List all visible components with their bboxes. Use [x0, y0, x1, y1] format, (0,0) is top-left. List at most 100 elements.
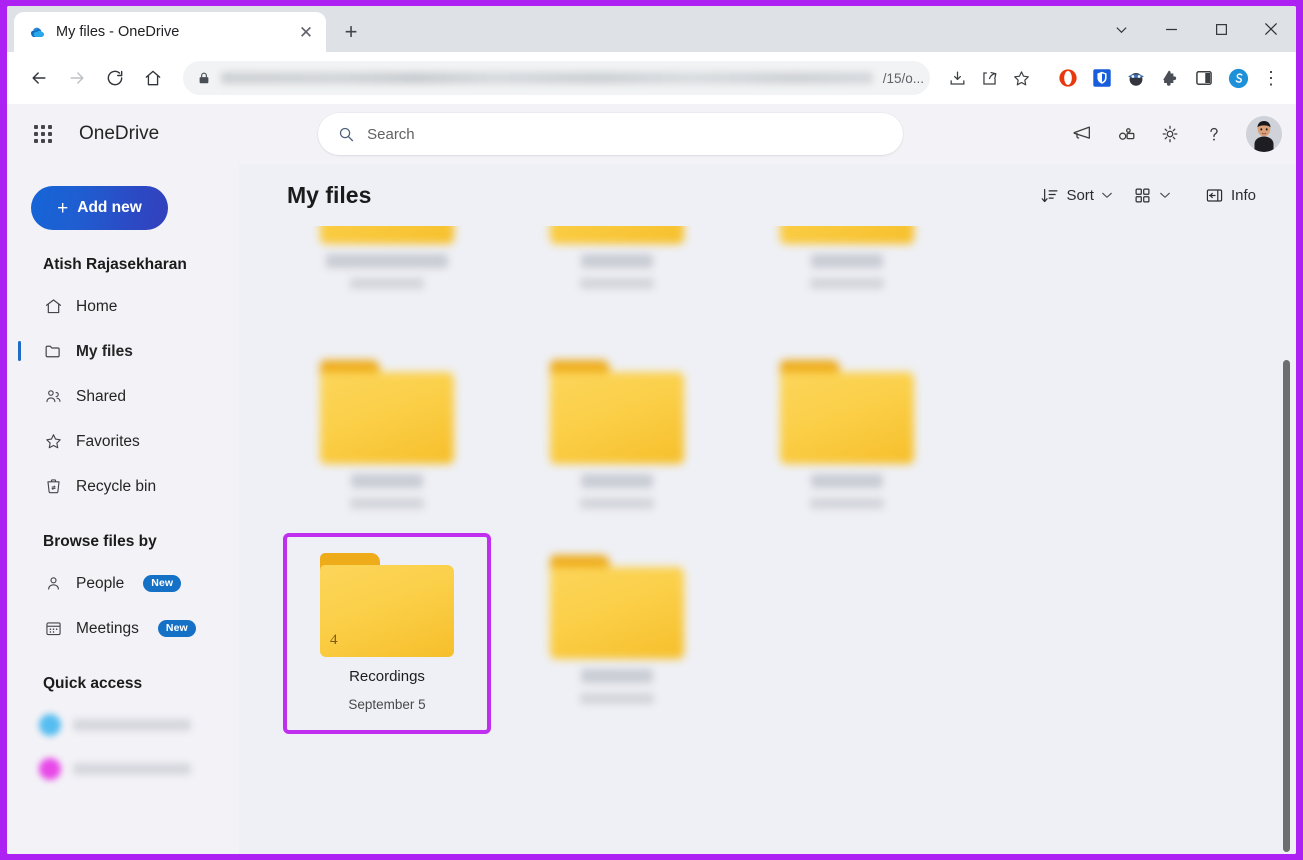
chevron-down-icon — [1101, 189, 1113, 201]
files-row — [287, 226, 1260, 346]
info-panel-icon — [1205, 186, 1224, 205]
brand-onedrive[interactable]: OneDrive — [79, 123, 159, 145]
command-bar: Sort — [1032, 178, 1264, 212]
browse-files-by-title: Browse files by — [7, 509, 239, 561]
browser-menu-icon[interactable]: ⋮ — [1256, 63, 1286, 93]
browser-tab[interactable]: My files - OneDrive ✕ — [14, 12, 326, 52]
app-launcher-icon[interactable] — [23, 114, 63, 154]
avatar[interactable] — [1246, 116, 1282, 152]
sidebar-item-recycle-bin[interactable]: Recycle bin — [7, 464, 239, 509]
opera-vpn-extension-icon[interactable] — [1052, 62, 1084, 94]
file-card[interactable] — [747, 354, 947, 519]
search-input[interactable]: Search — [318, 113, 903, 155]
quick-access-title: Quick access — [7, 651, 239, 703]
extensions-puzzle-icon[interactable] — [1154, 62, 1186, 94]
view-switch-button[interactable] — [1125, 178, 1179, 212]
s-circle-extension-icon[interactable] — [1222, 62, 1254, 94]
file-card-recordings[interactable]: 4 Recordings September 5 — [287, 537, 487, 730]
item-count: 4 — [330, 632, 338, 649]
sidebar-item-home[interactable]: Home — [7, 284, 239, 329]
forward-arrow-icon[interactable] — [59, 60, 95, 96]
sidebar-item-meetings[interactable]: Meetings New — [7, 606, 239, 651]
sort-icon — [1040, 186, 1059, 205]
back-arrow-icon[interactable] — [21, 60, 57, 96]
folder-icon — [318, 360, 456, 464]
account-name: Atish Rajasekharan — [7, 256, 239, 284]
settings-gear-icon[interactable] — [1150, 114, 1190, 154]
address-bar-redacted-url — [221, 72, 873, 84]
my-day-people-icon[interactable] — [1106, 114, 1146, 154]
vertical-scrollbar[interactable] — [1282, 360, 1291, 854]
share-icon[interactable] — [974, 63, 1004, 93]
maximize-icon[interactable] — [1196, 6, 1246, 52]
annotation-frame: My files - OneDrive ✕ + — [0, 0, 1303, 860]
tab-search-chevron-down-icon[interactable] — [1096, 6, 1146, 52]
reading-list-panel-icon[interactable] — [1188, 62, 1220, 94]
search-area: Search — [159, 113, 1062, 155]
file-card[interactable] — [747, 226, 947, 346]
sidebar-item-favorites[interactable]: Favorites — [7, 419, 239, 464]
sidebar-item-shared[interactable]: Shared — [7, 374, 239, 419]
close-icon[interactable]: ✕ — [294, 20, 318, 44]
browser-toolbar: /15/o... ⋮ — [7, 52, 1296, 104]
sidebar-item-people[interactable]: People New — [7, 561, 239, 606]
sidebar-item-my-files[interactable]: My files — [7, 329, 239, 374]
file-card[interactable] — [287, 354, 487, 519]
file-card[interactable] — [517, 354, 717, 519]
help-question-icon[interactable] — [1194, 114, 1234, 154]
file-name-redacted — [581, 669, 653, 683]
info-button[interactable]: Info — [1197, 178, 1264, 212]
tab-strip: My files - OneDrive ✕ + — [7, 6, 1296, 52]
ninja-extension-icon[interactable] — [1120, 62, 1152, 94]
quick-access-item[interactable] — [7, 747, 239, 791]
calendar-icon — [43, 619, 63, 639]
add-new-button[interactable]: + Add new — [31, 186, 168, 230]
folder-icon — [43, 342, 63, 362]
file-name-redacted — [581, 254, 653, 268]
lock-icon — [197, 71, 211, 85]
person-icon — [43, 574, 63, 594]
quick-access-item[interactable] — [7, 703, 239, 747]
bookmark-star-icon[interactable] — [1006, 63, 1036, 93]
folder-icon — [548, 226, 686, 244]
status-badge: New — [143, 575, 181, 592]
home-icon — [43, 297, 63, 317]
minimize-icon[interactable] — [1146, 6, 1196, 52]
file-date-redacted — [810, 278, 884, 289]
header-icon-group — [1062, 114, 1282, 154]
file-card[interactable] — [287, 226, 487, 346]
sidebar-item-label: My files — [76, 343, 133, 361]
sort-button[interactable]: Sort — [1032, 178, 1121, 212]
folder-icon — [318, 226, 456, 244]
address-bar[interactable]: /15/o... — [183, 61, 930, 95]
file-date-redacted — [580, 498, 654, 509]
files-content-area: My files Sort — [239, 164, 1296, 854]
file-name-redacted — [351, 474, 423, 488]
megaphone-feedback-icon[interactable] — [1062, 114, 1102, 154]
onedrive-cloud-icon — [28, 23, 46, 41]
site-avatar — [39, 758, 61, 780]
sidebar-item-label: Home — [76, 298, 117, 316]
window-controls — [1096, 6, 1296, 52]
reload-icon[interactable] — [97, 60, 133, 96]
file-date: September 5 — [348, 697, 425, 712]
file-card[interactable] — [517, 226, 717, 346]
file-card[interactable] — [517, 549, 717, 730]
people-icon — [43, 387, 63, 407]
file-date-redacted — [580, 278, 654, 289]
new-tab-button[interactable]: + — [336, 17, 366, 47]
scrollbar-thumb[interactable] — [1283, 360, 1290, 852]
close-window-icon[interactable] — [1246, 6, 1296, 52]
info-label: Info — [1231, 187, 1256, 204]
files-grid: 4 Recordings September 5 — [239, 226, 1296, 854]
home-icon[interactable] — [135, 60, 171, 96]
plus-icon: + — [57, 199, 68, 218]
bitwarden-shield-extension-icon[interactable] — [1086, 62, 1118, 94]
star-icon — [43, 432, 63, 452]
file-name-redacted — [811, 254, 883, 268]
chevron-down-icon — [1159, 189, 1171, 201]
sort-label: Sort — [1066, 187, 1094, 204]
content-header: My files Sort — [239, 164, 1296, 226]
install-icon[interactable] — [942, 63, 972, 93]
file-name-redacted — [326, 254, 448, 268]
